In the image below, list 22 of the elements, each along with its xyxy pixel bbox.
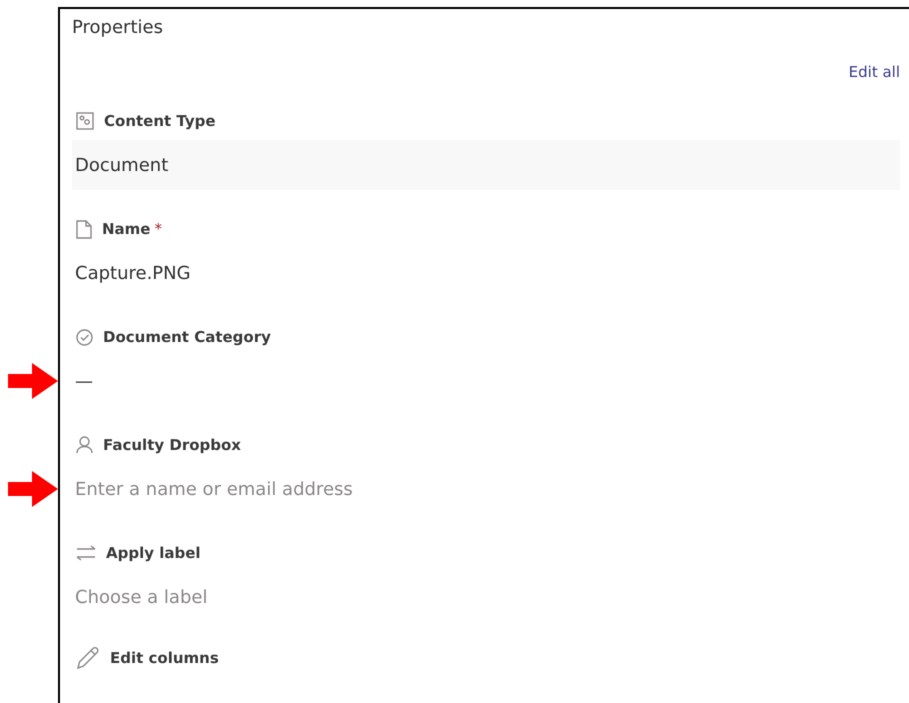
field-label: Content Type: [104, 112, 216, 130]
pointer-arrow-icon: [8, 471, 58, 507]
required-mark: *: [154, 220, 162, 238]
document-icon: [76, 220, 92, 238]
field-value[interactable]: Capture.PNG: [72, 248, 900, 298]
person-icon: [76, 436, 93, 454]
pencil-icon: [76, 646, 100, 670]
field-placeholder[interactable]: Choose a label: [72, 572, 900, 622]
field-label: Name: [102, 220, 150, 238]
field-placeholder[interactable]: Enter a name or email address: [72, 464, 900, 514]
panel-title: Properties: [72, 16, 163, 40]
swap-arrows-icon: [76, 545, 96, 561]
pointer-arrow-icon: [8, 363, 58, 399]
field-label: Document Category: [103, 328, 271, 346]
edit-columns-link[interactable]: Edit columns: [72, 646, 219, 670]
field-value[interactable]: —: [72, 356, 900, 406]
field-value[interactable]: Document: [72, 140, 900, 190]
check-circle-icon: [76, 328, 93, 346]
content-type-icon: [76, 112, 94, 130]
field-label: Faculty Dropbox: [103, 436, 241, 454]
edit-all-link[interactable]: Edit all: [848, 61, 900, 83]
field-label: Apply label: [106, 544, 201, 562]
